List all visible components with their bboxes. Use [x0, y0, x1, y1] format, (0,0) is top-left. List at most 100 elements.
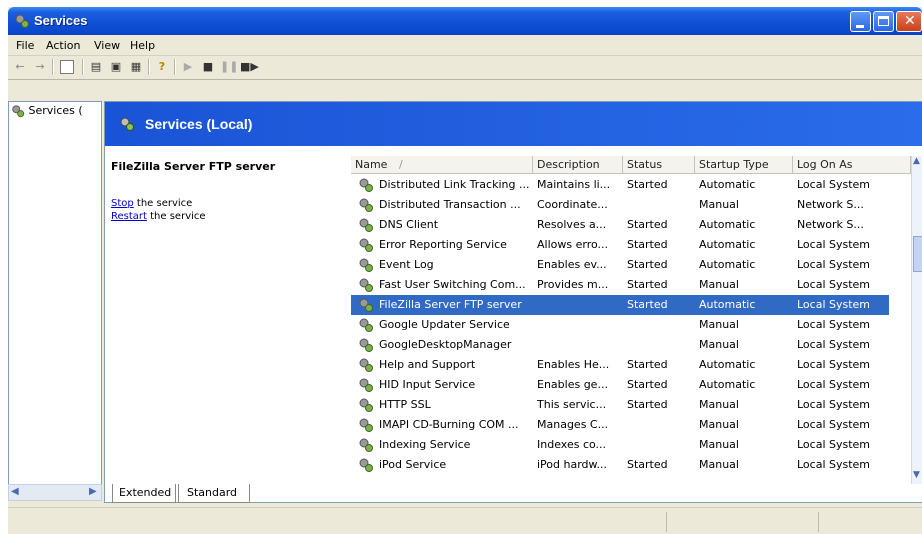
tab-standard[interactable]: Standard	[178, 484, 250, 503]
cell-startup-type: Manual	[699, 438, 739, 451]
cell-log-on-as: Local System	[797, 358, 871, 371]
cell-name: DNS Client	[379, 218, 439, 231]
cell-status: Started	[627, 278, 668, 291]
menu-bar: File Action View Help	[8, 35, 922, 56]
cell-startup-type: Automatic	[699, 178, 756, 191]
cell-startup-type: Manual	[699, 338, 739, 351]
column-header-startup-type[interactable]: Startup Type	[695, 156, 793, 174]
properties-icon[interactable]: ▤	[88, 59, 104, 75]
restart-rest-text: the service	[146, 211, 206, 222]
help-icon[interactable]: ?	[154, 59, 170, 75]
cell-startup-type: Automatic	[699, 358, 756, 371]
status-separator	[666, 512, 667, 532]
tree-item-label: Services (	[28, 104, 83, 117]
pause-icon[interactable]: ❚❚	[220, 59, 238, 75]
column-header-name[interactable]: Name /	[351, 156, 533, 174]
scroll-right-icon[interactable]: ▶	[89, 486, 97, 497]
cell-name: Fast User Switching Com...	[379, 278, 526, 291]
maximize-button[interactable]	[873, 11, 894, 32]
service-gear-icon	[359, 318, 373, 332]
table-row[interactable]: Distributed Transaction ... Coordinate...…	[351, 195, 889, 215]
services-gear-icon	[120, 117, 134, 131]
cell-status: Started	[627, 358, 668, 371]
minimize-button[interactable]	[850, 11, 871, 32]
scroll-left-icon[interactable]: ◀	[11, 486, 19, 497]
table-row[interactable]: Distributed Link Tracking ... Maintains l…	[351, 175, 889, 195]
table-row[interactable]: iPod Service iPod hardw... Started Manual Lo…	[351, 455, 889, 475]
refresh-icon[interactable]: ▣	[108, 59, 124, 75]
status-bar	[8, 507, 922, 534]
tab-extended[interactable]: Extended	[112, 484, 176, 503]
cell-name: HTTP SSL	[379, 398, 431, 411]
cell-log-on-as: Local System	[797, 278, 871, 291]
title-bar[interactable]: Services ✕	[8, 7, 922, 35]
service-gear-icon	[359, 338, 373, 352]
column-header-status[interactable]: Status	[623, 156, 695, 174]
scrollbar-thumb[interactable]	[913, 236, 922, 272]
services-local-pane: Services (Local) FileZilla Server FTP se…	[104, 101, 922, 503]
menu-help[interactable]: Help	[130, 39, 155, 52]
tree-item-services[interactable]: Services (	[11, 104, 83, 118]
table-row[interactable]: IMAPI CD-Burning COM ... Manages C... Manu…	[351, 415, 889, 435]
table-row[interactable]: HTTP SSL This servic... Started Manual Local…	[351, 395, 889, 415]
window-title: Services	[34, 13, 88, 28]
menu-action[interactable]: Action	[46, 39, 80, 52]
cell-log-on-as: Local System	[797, 238, 871, 251]
cell-log-on-as: Local System	[797, 438, 871, 451]
cell-description: Coordinate...	[537, 198, 608, 211]
stop-link[interactable]: Stop	[111, 198, 134, 209]
service-gear-icon	[359, 358, 373, 372]
close-button[interactable]: ✕	[896, 11, 922, 32]
menu-view[interactable]: View	[94, 39, 120, 52]
restart-link[interactable]: Restart	[111, 211, 147, 222]
stop-icon[interactable]: ■	[200, 59, 216, 75]
restart-icon[interactable]: ■▶	[240, 59, 259, 75]
table-row[interactable]: Indexing Service Indexes co... Manual Local…	[351, 435, 889, 455]
cell-name: Distributed Transaction ...	[379, 198, 521, 211]
scroll-up-icon[interactable]: ▲	[913, 156, 920, 166]
forward-arrow-icon[interactable]: →	[32, 59, 48, 75]
services-window: Services ✕ File Action View Help ← → ▤ ▣…	[8, 7, 922, 534]
cell-name: Event Log	[379, 258, 434, 271]
menu-file[interactable]: File	[16, 39, 34, 52]
cell-startup-type: Automatic	[699, 378, 756, 391]
column-header-description[interactable]: Description	[533, 156, 623, 174]
table-row[interactable]: Google Updater Service Manual Local System	[351, 315, 889, 335]
page-title: Services (Local)	[145, 116, 253, 132]
cell-description: Provides m...	[537, 278, 609, 291]
cell-description: Enables He...	[537, 358, 610, 371]
table-row[interactable]: Help and Support Enables He... Started Auto…	[351, 355, 889, 375]
show-hide-tree-icon[interactable]	[60, 60, 74, 74]
status-separator	[818, 512, 819, 532]
cell-name: Indexing Service	[379, 438, 471, 451]
table-row[interactable]: Event Log Enables ev... Started Automatic Lo…	[351, 255, 889, 275]
table-row[interactable]: FileZilla Server FTP server Started Automa…	[351, 295, 889, 315]
column-header-log-on-as[interactable]: Log On As	[793, 156, 911, 174]
service-gear-icon	[359, 218, 373, 232]
back-arrow-icon[interactable]: ←	[12, 59, 28, 75]
view-tabs: Extended Standard	[104, 484, 922, 504]
cell-log-on-as: Local System	[797, 458, 871, 471]
table-row[interactable]: HID Input Service Enables ge... Started Aut…	[351, 375, 889, 395]
table-row[interactable]: GoogleDesktopManager Manual Local System	[351, 335, 889, 355]
table-row[interactable]: Error Reporting Service Allows erro... Sta…	[351, 235, 889, 255]
cell-status: Started	[627, 258, 668, 271]
cell-startup-type: Manual	[699, 318, 739, 331]
service-gear-icon	[359, 278, 373, 292]
scroll-down-icon[interactable]: ▼	[913, 470, 920, 480]
tree-horizontal-scrollbar[interactable]: ◀ ▶	[8, 484, 102, 501]
service-gear-icon	[359, 178, 373, 192]
play-icon[interactable]: ▶	[180, 59, 196, 75]
cell-log-on-as: Local System	[797, 338, 871, 351]
column-name-label: Name	[355, 158, 388, 171]
table-row[interactable]: Fast User Switching Com... Provides m... S…	[351, 275, 889, 295]
service-gear-icon	[359, 238, 373, 252]
toolbar-separator	[52, 59, 54, 75]
cell-description: This servic...	[537, 398, 607, 411]
vertical-scrollbar[interactable]: ▲ ▼	[911, 156, 922, 484]
cell-description: Maintains li...	[537, 178, 611, 191]
service-gear-icon	[359, 378, 373, 392]
export-list-icon[interactable]: ▦	[128, 59, 144, 75]
table-row[interactable]: DNS Client Resolves a... Started Automatic N…	[351, 215, 889, 235]
cell-name: FileZilla Server FTP server	[379, 298, 522, 311]
